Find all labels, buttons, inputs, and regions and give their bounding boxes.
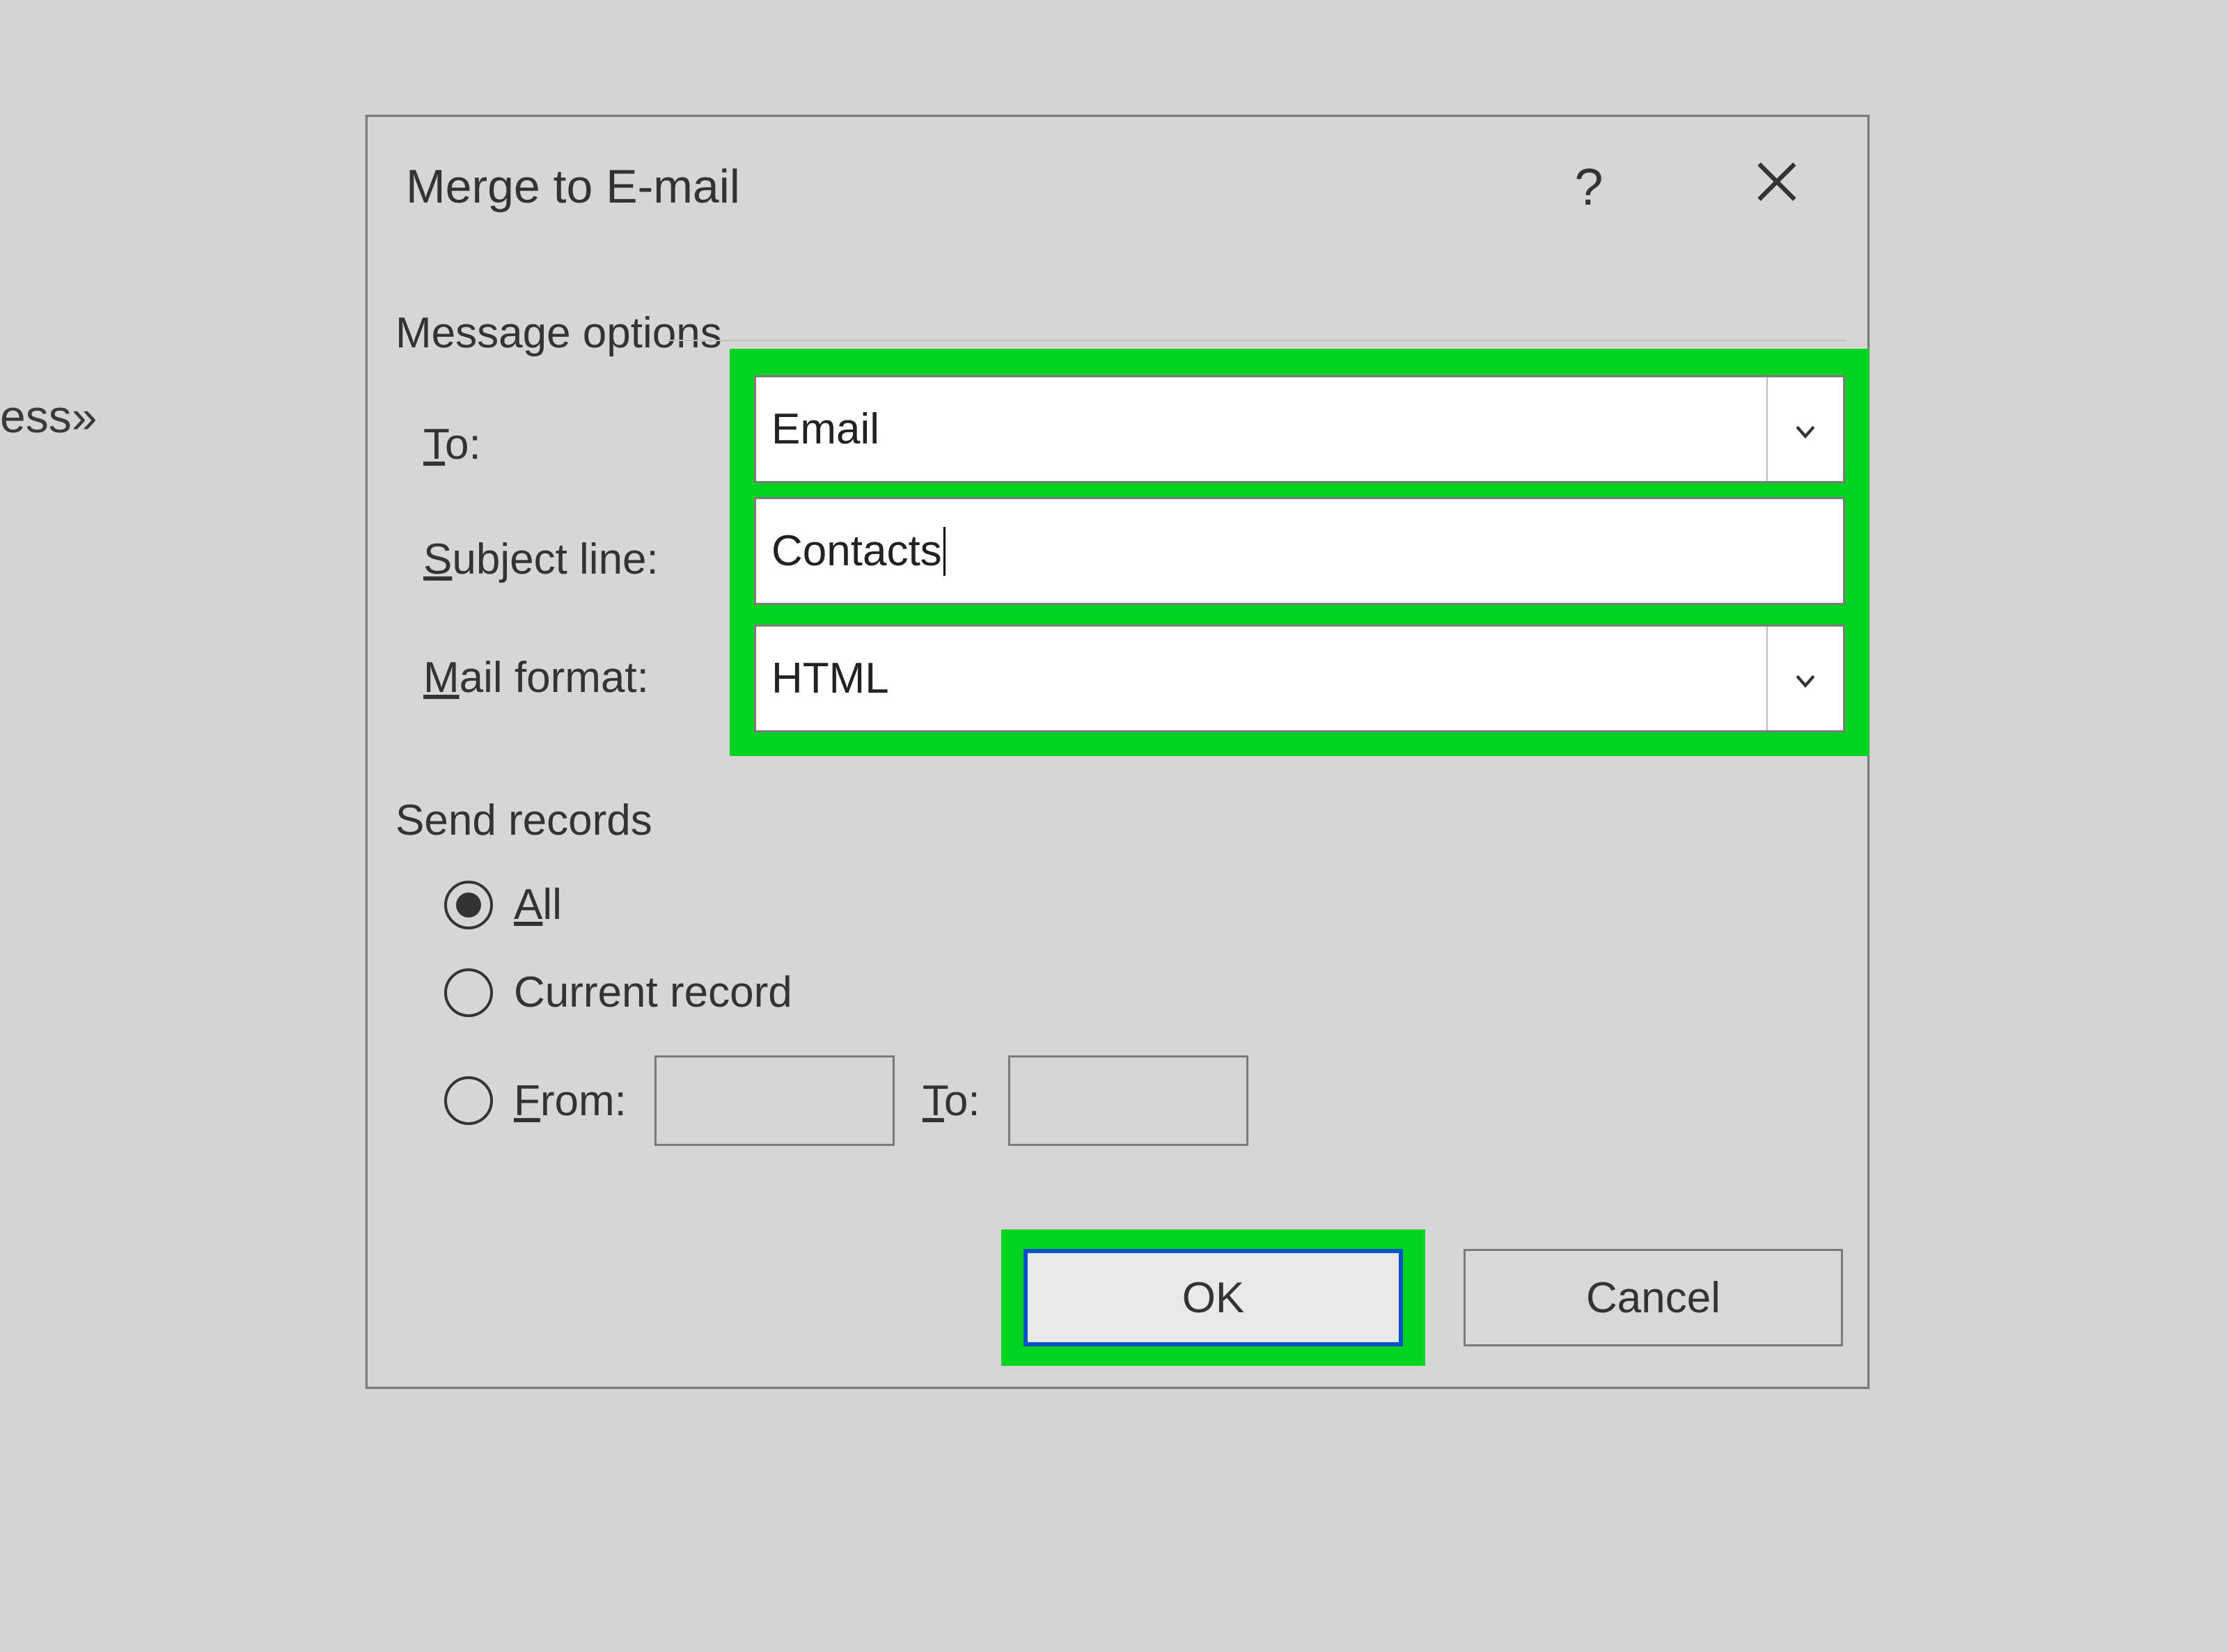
mail-format-combobox[interactable]: HTML: [754, 624, 1845, 732]
range-to-label: To:: [923, 1076, 980, 1126]
radio-all-label: All: [514, 880, 562, 929]
from-label: From:: [514, 1076, 627, 1126]
radio-row-from-to[interactable]: From: To:: [444, 1055, 1844, 1146]
chevron-down-icon: [1794, 654, 1817, 703]
dialog-button-row: OK Cancel: [1001, 1229, 1843, 1366]
mail-format-label: Mail format:: [423, 653, 649, 702]
radio-current-record[interactable]: [444, 968, 493, 1017]
message-options-highlight: Email Contacts HTML: [730, 349, 1869, 756]
mail-format-dropdown-button[interactable]: [1766, 627, 1843, 730]
send-records-group-label: Send records: [395, 796, 1844, 845]
ok-button[interactable]: OK: [1023, 1249, 1403, 1346]
ok-button-highlight: OK: [1001, 1229, 1425, 1366]
to-label: To:: [423, 420, 481, 469]
to-value: Email: [771, 404, 879, 454]
message-options-group-label: Message options: [395, 308, 722, 358]
close-icon: [1757, 162, 1797, 212]
to-dropdown-button[interactable]: [1766, 377, 1843, 481]
subject-line-label: Subject line:: [423, 535, 659, 584]
radio-row-all[interactable]: All: [444, 880, 1844, 929]
subject-line-value: Contacts: [771, 526, 942, 576]
help-button[interactable]: ?: [1533, 117, 1645, 256]
group-separator: [667, 340, 1846, 341]
radio-current-label: Current record: [514, 968, 792, 1017]
dialog-title: Merge to E-mail: [406, 159, 740, 214]
to-input[interactable]: [1008, 1055, 1248, 1146]
chevron-down-icon: [1794, 404, 1817, 454]
radio-row-current[interactable]: Current record: [444, 968, 1844, 1017]
radio-from[interactable]: [444, 1076, 493, 1125]
background-text-fragment: ess»: [0, 390, 97, 443]
cancel-button[interactable]: Cancel: [1464, 1249, 1843, 1346]
text-caret: [943, 527, 946, 576]
close-button[interactable]: [1686, 117, 1867, 256]
subject-line-input[interactable]: Contacts: [754, 497, 1845, 605]
from-input[interactable]: [654, 1055, 895, 1146]
dialog-titlebar: Merge to E-mail ?: [368, 117, 1867, 256]
mail-format-value: HTML: [771, 654, 889, 703]
merge-to-email-dialog: Merge to E-mail ? Message options To: Su…: [366, 115, 1869, 1389]
to-combobox[interactable]: Email: [754, 375, 1845, 483]
radio-all[interactable]: [444, 881, 493, 929]
send-records-group: Send records All Current record From: To…: [395, 796, 1844, 1146]
